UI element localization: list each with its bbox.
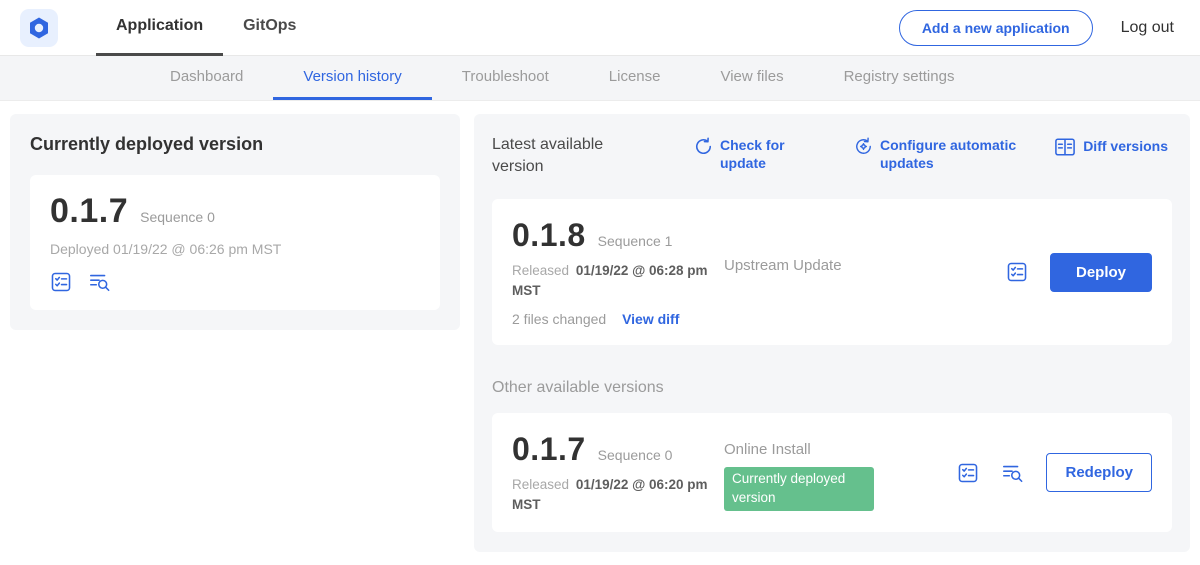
diff-versions-label: Diff versions (1083, 137, 1168, 155)
diff-versions-link[interactable]: Diff versions (1054, 136, 1168, 157)
configure-updates-label: Configure automatic updates (880, 136, 1020, 172)
top-tabs: Application GitOps (96, 0, 316, 56)
deploy-button[interactable]: Deploy (1050, 253, 1152, 292)
deployed-timestamp: Deployed 01/19/22 @ 06:26 pm MST (50, 241, 420, 257)
other-version-card: 0.1.7 Sequence 0 Released 01/19/22 @ 06:… (492, 413, 1172, 532)
nav-view-files[interactable]: View files (690, 56, 813, 100)
admin-console-window: Application GitOps Add a new application… (0, 0, 1200, 565)
logout-button[interactable]: Log out (1121, 19, 1174, 37)
files-changed-label: 2 files changed (512, 311, 606, 327)
deployed-version-card: 0.1.7 Sequence 0 Deployed 01/19/22 @ 06:… (30, 175, 440, 310)
released-prefix: Released (512, 477, 569, 492)
file-diff-icon[interactable] (88, 271, 111, 293)
other-source-label: Online Install (724, 441, 914, 458)
other-version-number: 0.1.7 (512, 431, 586, 468)
deployed-panel-title: Currently deployed version (30, 134, 440, 155)
latest-version-number: 0.1.8 (512, 217, 586, 254)
available-versions-panel: Latest available version Check for updat… (474, 114, 1190, 552)
auto-update-icon (854, 137, 873, 156)
header-actions: Add a new application Log out (899, 10, 1174, 46)
view-diff-link[interactable]: View diff (622, 311, 679, 327)
check-for-update-link[interactable]: Check for update (694, 136, 794, 172)
release-notes-icon[interactable] (957, 462, 979, 484)
check-for-update-label: Check for update (720, 136, 794, 172)
deployed-sequence-label: Sequence 0 (140, 209, 215, 225)
redeploy-button[interactable]: Redeploy (1046, 453, 1152, 492)
currently-deployed-panel: Currently deployed version 0.1.7 Sequenc… (10, 114, 460, 330)
top-header: Application GitOps Add a new application… (0, 0, 1200, 56)
file-diff-icon[interactable] (1001, 462, 1024, 484)
latest-actions: Deploy (1006, 253, 1152, 292)
latest-version-card: 0.1.8 Sequence 1 Released 01/19/22 @ 06:… (492, 199, 1172, 345)
other-versions-title: Other available versions (492, 379, 1172, 397)
secondary-nav: Dashboard Version history Troubleshoot L… (0, 56, 1200, 101)
nav-dashboard[interactable]: Dashboard (140, 56, 273, 100)
app-logo[interactable] (20, 9, 58, 47)
available-panel-title: Latest available version (492, 134, 634, 177)
add-application-button[interactable]: Add a new application (899, 10, 1093, 46)
nav-registry-settings[interactable]: Registry settings (814, 56, 985, 100)
nav-version-history[interactable]: Version history (273, 56, 431, 100)
tab-application[interactable]: Application (96, 0, 223, 56)
nav-license[interactable]: License (579, 56, 691, 100)
deployed-icon-row (50, 271, 420, 293)
deployed-version-row: 0.1.7 Sequence 0 (50, 192, 420, 231)
other-version-info: 0.1.7 Sequence 0 Released 01/19/22 @ 06:… (512, 431, 724, 514)
available-header: Latest available version Check for updat… (492, 134, 1172, 177)
latest-sequence-label: Sequence 1 (598, 233, 673, 249)
diff-versions-icon (1054, 137, 1076, 157)
configure-updates-link[interactable]: Configure automatic updates (854, 136, 1020, 172)
latest-released-line: Released 01/19/22 @ 06:28 pm MST (512, 261, 717, 300)
app-logo-icon (27, 16, 51, 40)
nav-troubleshoot[interactable]: Troubleshoot (432, 56, 579, 100)
other-sequence-label: Sequence 0 (598, 447, 673, 463)
currently-deployed-badge: Currently deployed version (724, 467, 874, 511)
other-source-column: Online Install Currently deployed versio… (724, 431, 914, 511)
latest-source-label: Upstream Update (724, 217, 914, 274)
released-prefix: Released (512, 263, 569, 278)
tab-gitops[interactable]: GitOps (223, 0, 316, 56)
deployed-version-number: 0.1.7 (50, 192, 128, 231)
other-actions: Redeploy (957, 453, 1152, 492)
release-notes-icon[interactable] (50, 271, 72, 293)
release-notes-icon[interactable] (1006, 261, 1028, 283)
other-released-line: Released 01/19/22 @ 06:20 pm MST (512, 475, 717, 514)
latest-version-info: 0.1.8 Sequence 1 Released 01/19/22 @ 06:… (512, 217, 724, 327)
refresh-icon (694, 137, 713, 156)
main-content: Currently deployed version 0.1.7 Sequenc… (0, 101, 1200, 565)
files-changed-row: 2 files changed View diff (512, 311, 724, 327)
